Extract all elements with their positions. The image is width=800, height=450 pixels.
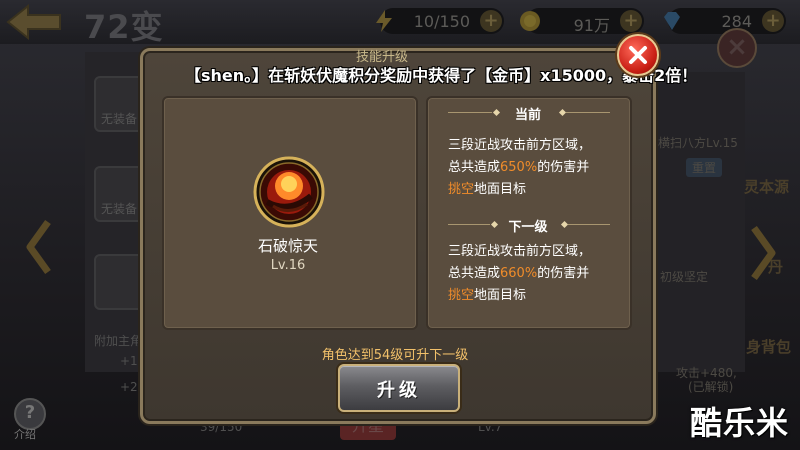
right-bag-label: 身背包: [746, 338, 792, 356]
watermark: 酷乐米: [690, 404, 790, 442]
gold-value: 91万: [573, 16, 610, 35]
next-desc-text: 地面目标: [474, 288, 527, 303]
attach-label: 附加主角: [94, 334, 143, 348]
gold-coin-icon: [520, 11, 540, 31]
close-button[interactable]: [617, 34, 659, 76]
back-arrow-icon[interactable]: [6, 4, 62, 40]
defense-label: 初级坚定: [660, 270, 709, 284]
divider: [568, 224, 610, 225]
reset-button[interactable]: 重置: [686, 158, 723, 177]
help-label: 介绍: [14, 428, 36, 441]
next-desc-text: 的伤害并: [537, 266, 590, 281]
add-energy-button[interactable]: +: [480, 10, 502, 32]
next-heading: 下一级: [508, 220, 548, 235]
diamond-icon: [664, 12, 680, 30]
chevron-left-icon[interactable]: [24, 218, 54, 276]
upgrade-button-label[interactable]: 升级: [338, 376, 460, 402]
gold-counter: 91万 +: [520, 8, 644, 35]
next-desc-line2: 总共造成660%的伤害并: [448, 262, 589, 281]
page-title: 72变: [84, 8, 164, 46]
right-skill-label: 横扫八方Lv.15: [658, 136, 738, 150]
skill-name: 石破惊天: [257, 237, 318, 255]
level-requirement-hint: 角色达到54级可升下一级: [321, 348, 469, 363]
current-desc-line1: 三段近战攻击前方区域，: [448, 138, 592, 153]
energy-value: 10/150: [413, 12, 470, 31]
add-gold-button[interactable]: +: [620, 10, 642, 32]
right-heading-1: 灵本源: [744, 178, 790, 196]
lightning-icon: [376, 10, 392, 32]
next-damage-percent: 660%: [500, 266, 538, 281]
current-desc-text: 总共造成: [448, 160, 501, 175]
equip-slot-label: 无装备: [101, 202, 138, 216]
current-knockup: 挑空: [448, 182, 475, 197]
current-desc-text: 地面目标: [474, 182, 527, 197]
next-knockup: 挑空: [448, 288, 475, 303]
close-icon: [629, 46, 647, 64]
current-desc-line3: 挑空地面目标: [448, 178, 526, 197]
next-desc-line3: 挑空地面目标: [448, 284, 526, 303]
skill-list-panel: [655, 72, 745, 372]
divider: [566, 112, 610, 113]
right-heading-2: 丹: [768, 258, 784, 276]
stat-b: +2: [120, 380, 138, 394]
skill-icon: [253, 156, 325, 228]
next-desc-text: 总共造成: [448, 266, 501, 281]
skill-level: Lv.16: [270, 258, 306, 273]
current-damage-percent: 650%: [500, 160, 538, 175]
add-gem-button[interactable]: +: [762, 10, 784, 32]
next-desc-line1: 三段近战攻击前方区域，: [448, 244, 592, 259]
energy-counter: 10/150 +: [376, 8, 504, 34]
current-desc-text: 的伤害并: [537, 160, 590, 175]
current-heading: 当前: [514, 108, 541, 123]
right-note2: (已解锁): [688, 380, 734, 394]
stat-a: +1: [120, 354, 138, 368]
current-desc-line2: 总共造成650%的伤害并: [448, 156, 589, 175]
equip-slot-label: 无装备: [101, 112, 138, 126]
